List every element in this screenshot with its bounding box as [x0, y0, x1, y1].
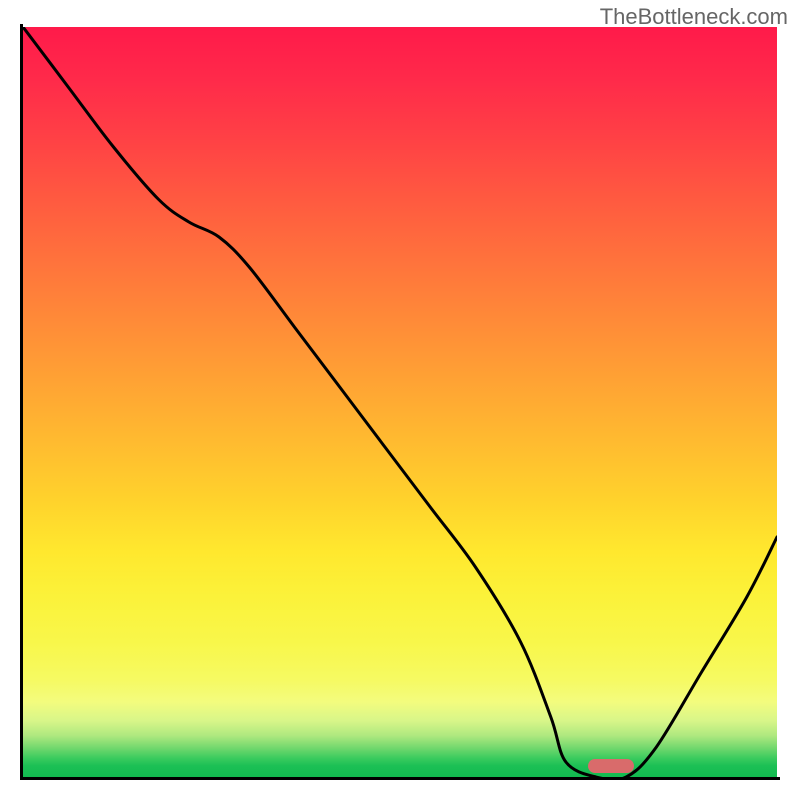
watermark-text: TheBottleneck.com: [600, 4, 788, 30]
x-axis: [20, 777, 780, 780]
y-axis: [20, 24, 23, 780]
optimum-marker: [588, 759, 634, 773]
plot-gradient-background: [23, 27, 777, 777]
chart-container: TheBottleneck.com: [0, 0, 800, 800]
